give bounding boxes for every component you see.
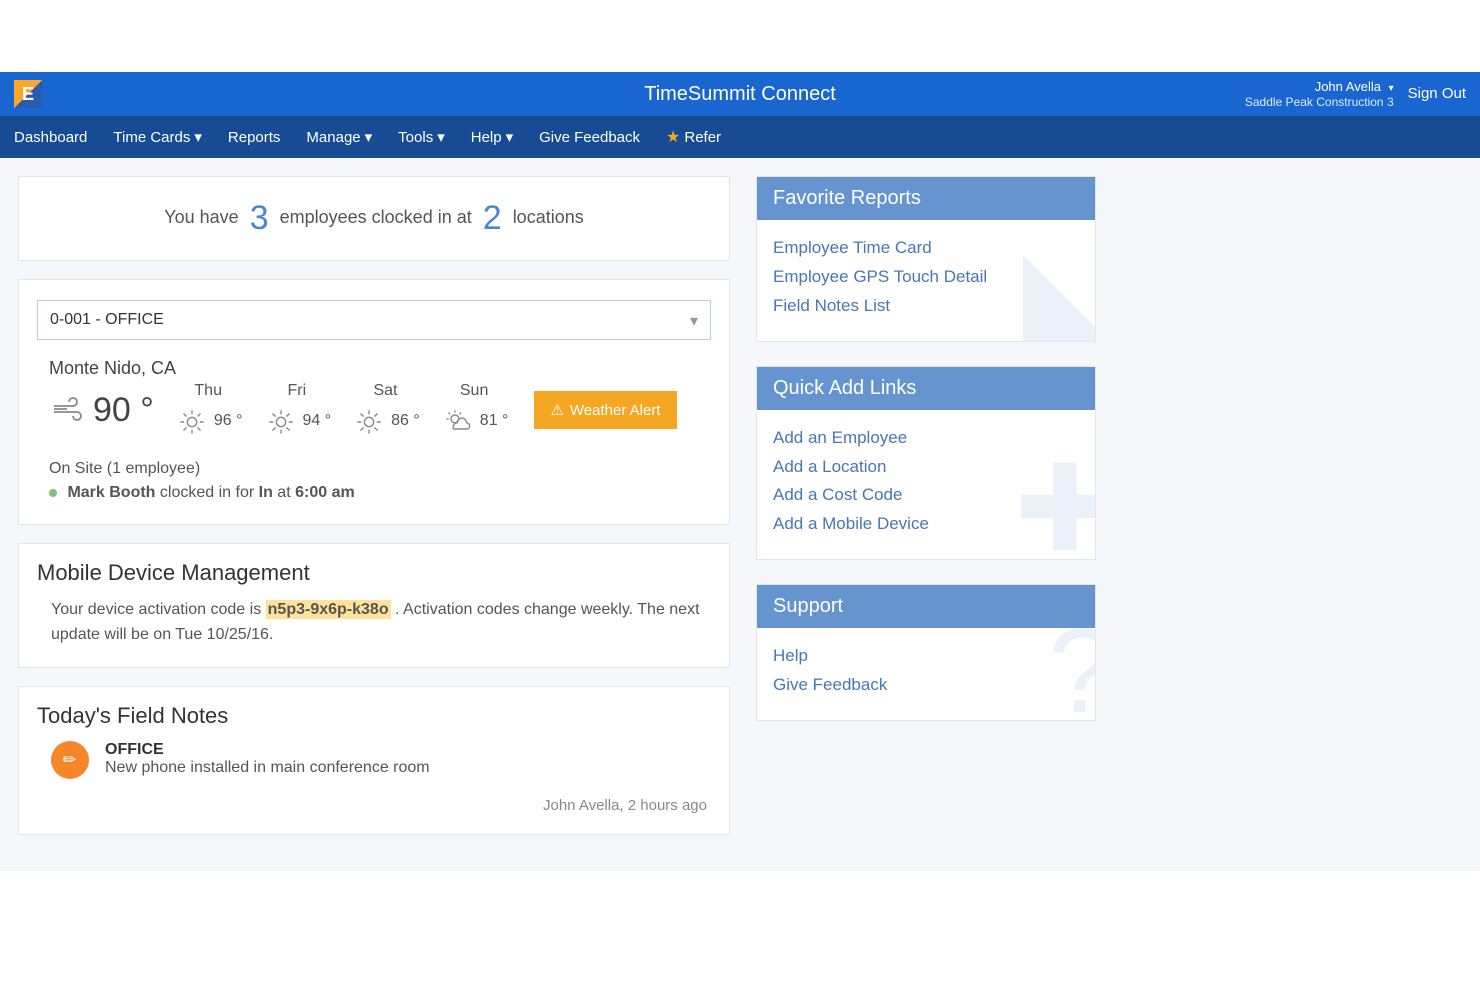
quick-add-link[interactable]: Add a Location — [773, 453, 1079, 482]
favorite-reports-card: Favorite Reports Employee Time Card Empl… — [756, 176, 1096, 342]
top-bar: E TimeSummit Connect John Avella ▾ Saddl… — [0, 72, 1480, 116]
nav-help[interactable]: Help ▾ — [471, 128, 513, 146]
status-dot-icon — [49, 489, 57, 497]
forecast-day-1: Fri 94 ° — [263, 381, 332, 440]
wind-icon — [49, 392, 85, 428]
field-note-body: New phone installed in main conference r… — [105, 759, 430, 777]
onsite-header: On Site (1 employee) — [49, 460, 711, 478]
favorite-report-link[interactable]: Field Notes List — [773, 292, 1079, 321]
field-notes-title: Today's Field Notes — [37, 703, 711, 729]
activation-code: n5p3-9x6p-k38o — [266, 600, 391, 619]
chevron-down-icon: ▾ — [194, 128, 202, 146]
quick-add-card: Quick Add Links Add an Employee Add a Lo… — [756, 366, 1096, 561]
sun-icon — [263, 404, 299, 440]
mobile-device-title: Mobile Device Management — [37, 560, 711, 586]
sun-icon — [351, 404, 387, 440]
field-notes-panel: Today's Field Notes ✎ OFFICE New phone i… — [18, 686, 730, 835]
forecast-day-3: Sun 81 ° — [440, 381, 509, 440]
forecast-day-2: Sat 86 ° — [351, 381, 420, 440]
quick-add-link[interactable]: Add a Mobile Device — [773, 510, 1079, 539]
favorite-report-link[interactable]: Employee GPS Touch Detail — [773, 263, 1079, 292]
chevron-down-icon: ▾ — [365, 128, 373, 146]
nav-feedback[interactable]: Give Feedback — [539, 129, 640, 146]
nav-refer[interactable]: ★ Refer — [666, 127, 721, 147]
pin-icon: ✎ — [43, 734, 97, 788]
current-temp: 90 ° — [93, 391, 154, 430]
nav-manage[interactable]: Manage ▾ — [306, 128, 372, 146]
weather-panel: 0-001 - OFFICE Monte Nido, CA 90 ° Thu — [18, 279, 730, 525]
mobile-device-panel: Mobile Device Management Your device act… — [18, 543, 730, 669]
location-select[interactable]: 0-001 - OFFICE — [37, 300, 711, 340]
partly-cloudy-icon — [440, 404, 476, 440]
forecast-day-0: Thu 96 ° — [174, 381, 243, 440]
clockin-summary: You have 3 employees clocked in at 2 loc… — [18, 176, 730, 261]
logo-icon: E — [14, 80, 42, 108]
support-title: Support — [757, 585, 1095, 628]
user-org: Saddle Peak Construction 3 — [1245, 95, 1394, 109]
onsite-employee-row: Mark Booth clocked in for In at 6:00 am — [49, 484, 711, 502]
warning-icon: ⚠ — [550, 401, 563, 419]
quick-add-link[interactable]: Add an Employee — [773, 424, 1079, 453]
quick-add-title: Quick Add Links — [757, 367, 1095, 410]
nav-dashboard[interactable]: Dashboard — [14, 129, 87, 146]
city-label: Monte Nido, CA — [49, 358, 711, 379]
employee-count: 3 — [250, 199, 269, 238]
weather-alert-button[interactable]: ⚠ Weather Alert — [534, 391, 676, 429]
star-icon: ★ — [666, 127, 680, 147]
sign-out-link[interactable]: Sign Out — [1408, 85, 1466, 102]
nav-tools[interactable]: Tools ▾ — [398, 128, 445, 146]
nav-timecards[interactable]: Time Cards ▾ — [113, 128, 202, 146]
main-nav: Dashboard Time Cards ▾ Reports Manage ▾ … — [0, 116, 1480, 158]
field-note-location: OFFICE — [105, 741, 430, 759]
support-link[interactable]: Give Feedback — [773, 671, 1079, 700]
field-note-meta: John Avella, 2 hours ago — [37, 797, 711, 814]
user-name: John Avella — [1315, 79, 1381, 94]
support-link[interactable]: Help — [773, 642, 1079, 671]
chevron-down-icon: ▾ — [506, 128, 514, 146]
favorite-reports-title: Favorite Reports — [757, 177, 1095, 220]
chevron-down-icon: ▾ — [437, 128, 445, 146]
favorite-report-link[interactable]: Employee Time Card — [773, 234, 1079, 263]
user-menu[interactable]: John Avella ▾ Saddle Peak Construction 3 — [1245, 79, 1394, 109]
nav-reports[interactable]: Reports — [228, 129, 281, 146]
support-card: Support Help Give Feedback ? — [756, 584, 1096, 721]
quick-add-link[interactable]: Add a Cost Code — [773, 481, 1079, 510]
location-count: 2 — [483, 199, 502, 238]
sun-icon — [174, 404, 210, 440]
chevron-down-icon: ▾ — [1389, 83, 1394, 95]
